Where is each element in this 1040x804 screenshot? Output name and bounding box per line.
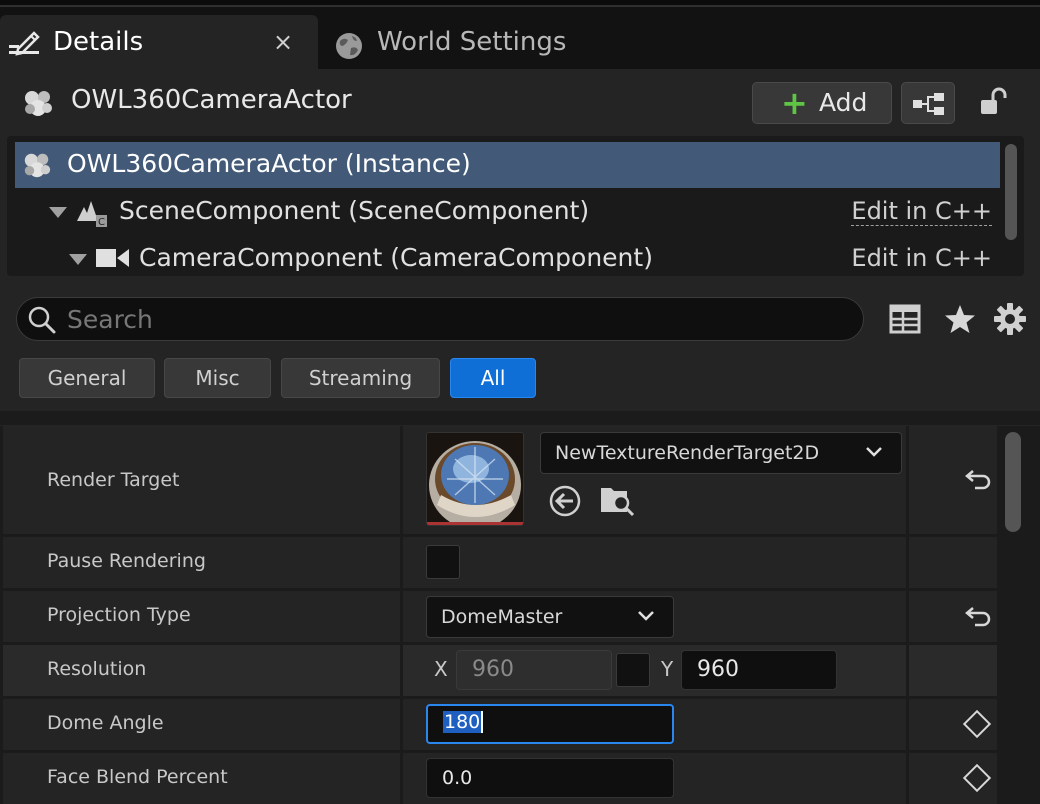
property-label: Projection Type: [47, 604, 191, 626]
reset-arrow-icon[interactable]: [963, 468, 991, 492]
component-tree: OWL360CameraActor (Instance) C SceneComp…: [7, 136, 1024, 276]
tree-row-scene-component[interactable]: C SceneComponent (SceneComponent) Edit i…: [15, 189, 1000, 235]
expand-arrow-icon[interactable]: [49, 207, 67, 218]
add-button-label: Add: [819, 88, 868, 117]
keyframe-diamond-icon[interactable]: [962, 709, 992, 739]
plus-icon: +: [781, 84, 808, 122]
search-input[interactable]: [67, 302, 847, 336]
property-row-pause-rendering: Pause Rendering: [3, 537, 997, 588]
pause-rendering-checkbox[interactable]: [426, 545, 460, 579]
scene-component-icon: C: [75, 195, 109, 229]
face-blend-percent-field[interactable]: 0.0: [426, 758, 674, 798]
tree-row-actor-instance[interactable]: OWL360CameraActor (Instance): [15, 142, 1000, 188]
keyframe-diamond-icon[interactable]: [962, 763, 992, 793]
tree-row-label: SceneComponent (SceneComponent): [119, 196, 590, 225]
render-target-dropdown[interactable]: NewTextureRenderTarget2D: [540, 432, 902, 474]
resolution-y-label: Y: [661, 657, 674, 681]
details-pencil-icon: [8, 29, 42, 59]
property-row-face-blend-percent: Face Blend Percent 0.0: [3, 753, 997, 804]
tree-row-label: CameraComponent (CameraComponent): [139, 243, 653, 272]
render-target-thumbnail[interactable]: [426, 432, 524, 526]
property-label: Render Target: [47, 469, 180, 491]
tab-world-settings-label: World Settings: [377, 27, 567, 57]
property-label: Pause Rendering: [47, 550, 206, 572]
actor-header: OWL360CameraActor + Add: [0, 69, 1040, 135]
search-icon: [28, 306, 56, 334]
tree-row-label: OWL360CameraActor (Instance): [67, 149, 471, 178]
blueprint-button[interactable]: [901, 82, 955, 124]
window-top-strip: [0, 0, 1040, 7]
property-row-render-target: Render Target NewTextureRenderTarget2D: [3, 426, 997, 534]
actor-name: OWL360CameraActor: [71, 85, 352, 115]
property-row-resolution: Resolution X 960 Y 960: [3, 645, 997, 696]
resolution-x-field[interactable]: 960: [456, 650, 612, 690]
favorite-star-icon[interactable]: [944, 303, 976, 335]
use-selected-arrow-icon[interactable]: [548, 484, 582, 518]
search-box: [16, 297, 864, 341]
browse-folder-icon[interactable]: [599, 482, 635, 518]
resolution-y-value: 960: [697, 657, 739, 682]
resolution-link-checkbox[interactable]: [616, 653, 650, 687]
actor-icon: [22, 89, 54, 117]
section-separator: [0, 411, 1040, 425]
tree-row-camera-component[interactable]: CameraComponent (CameraComponent) Edit i…: [15, 236, 1000, 276]
face-blend-percent-value: 0.0: [442, 767, 473, 789]
tab-bar: Details × World Settings: [0, 7, 1040, 69]
world-globe-icon: [334, 31, 364, 61]
table-view-icon[interactable]: [889, 303, 921, 335]
add-component-button[interactable]: + Add: [752, 82, 892, 124]
dome-angle-value: 180: [443, 711, 484, 733]
resolution-x-label: X: [434, 657, 448, 681]
property-label: Resolution: [47, 658, 147, 680]
filter-streaming-button[interactable]: Streaming: [281, 358, 440, 398]
property-label: Dome Angle: [47, 712, 164, 734]
edit-in-cpp-link[interactable]: Edit in C++: [851, 197, 992, 226]
close-icon[interactable]: ×: [270, 29, 296, 55]
projection-type-value: DomeMaster: [441, 606, 563, 628]
filter-all-button[interactable]: All: [450, 358, 536, 398]
property-row-dome-angle: Dome Angle 180: [3, 699, 997, 750]
tab-world-settings[interactable]: World Settings: [322, 15, 622, 69]
property-scrollbar[interactable]: [1005, 432, 1021, 532]
projection-type-dropdown[interactable]: DomeMaster: [426, 596, 674, 638]
tab-details-label: Details: [53, 27, 144, 57]
settings-gear-icon[interactable]: [993, 302, 1027, 336]
render-target-value: NewTextureRenderTarget2D: [555, 442, 820, 464]
edit-in-cpp-link[interactable]: Edit in C++: [851, 244, 992, 272]
expand-arrow-icon[interactable]: [69, 254, 87, 265]
blueprint-icon: [913, 93, 944, 115]
actor-icon: [22, 151, 52, 179]
property-label: Face Blend Percent: [47, 766, 228, 788]
tab-details[interactable]: Details ×: [0, 15, 318, 69]
tree-scrollbar[interactable]: [1005, 144, 1017, 240]
reset-arrow-icon[interactable]: [963, 605, 991, 629]
details-panel: OWL360CameraActor + Add OWL360CameraActo…: [0, 69, 1040, 804]
resolution-x-value: 960: [472, 657, 514, 682]
property-row-projection-type: Projection Type DomeMaster: [3, 591, 997, 642]
filter-misc-button[interactable]: Misc: [164, 358, 271, 398]
chevron-down-icon: [638, 611, 654, 621]
filter-general-button[interactable]: General: [19, 358, 155, 398]
chevron-down-icon: [866, 447, 882, 457]
unlock-icon[interactable]: [978, 87, 1008, 117]
property-grid: Render Target NewTextureRenderTarget2D P…: [0, 426, 1040, 804]
camera-icon: [95, 246, 131, 270]
resolution-y-field[interactable]: 960: [681, 650, 837, 690]
dome-angle-field[interactable]: 180: [426, 704, 674, 744]
svg-text:C: C: [98, 217, 105, 228]
